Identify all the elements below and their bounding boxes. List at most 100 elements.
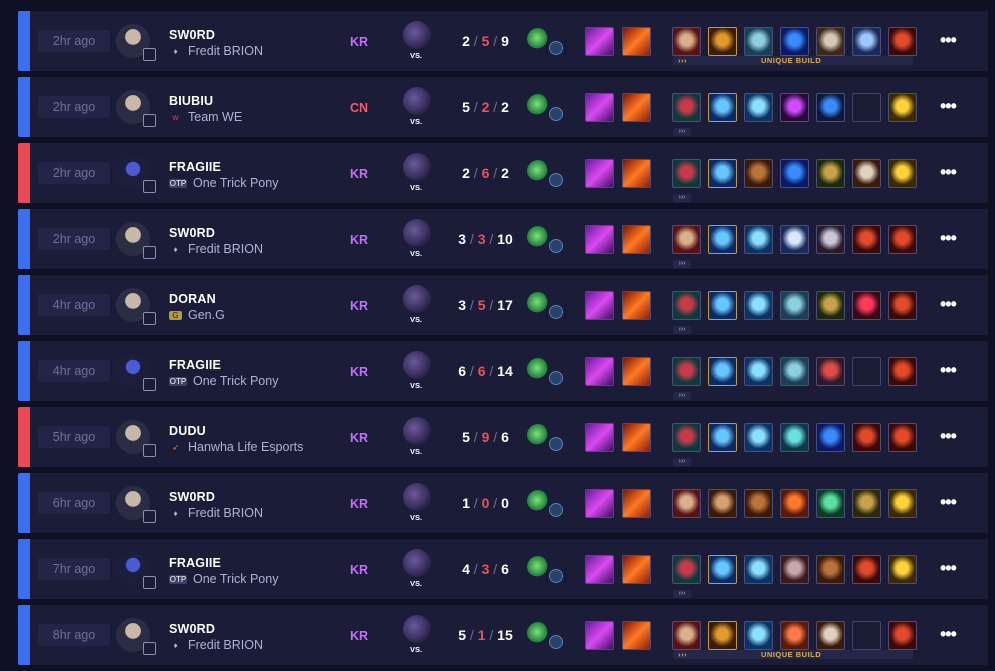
player-name[interactable]: SW0RD — [169, 622, 215, 636]
item-icon[interactable] — [744, 291, 773, 320]
expand-build-button[interactable]: ››› — [673, 194, 691, 202]
item-icon[interactable] — [852, 489, 881, 518]
summoner-spell-icon[interactable] — [622, 489, 651, 518]
summoner-spell-icon[interactable] — [585, 93, 614, 122]
item-icon[interactable] — [708, 357, 737, 386]
opponent-champion-icon[interactable] — [403, 219, 431, 247]
item-icon[interactable] — [888, 489, 917, 518]
player-name[interactable]: SW0RD — [169, 226, 215, 240]
item-icon[interactable] — [744, 159, 773, 188]
item-icon[interactable] — [708, 621, 737, 650]
item-icon[interactable] — [816, 555, 845, 584]
item-icon[interactable] — [672, 555, 701, 584]
summoner-spell-icon[interactable] — [622, 621, 651, 650]
keystone-rune-icon[interactable] — [527, 160, 549, 182]
item-icon[interactable] — [888, 291, 917, 320]
summoner-spell-icon[interactable] — [622, 225, 651, 254]
player-avatar[interactable] — [116, 24, 156, 61]
item-icon[interactable] — [816, 423, 845, 452]
keystone-rune-icon[interactable] — [527, 556, 549, 578]
item-icon[interactable] — [708, 555, 737, 584]
item-icon[interactable] — [672, 357, 701, 386]
player-name[interactable]: FRAGIIE — [169, 358, 221, 372]
more-options-button[interactable]: ••• — [940, 426, 957, 447]
keystone-rune-icon[interactable] — [527, 292, 549, 314]
item-icon[interactable] — [780, 555, 809, 584]
more-options-button[interactable]: ••• — [940, 162, 957, 183]
item-icon[interactable] — [888, 93, 917, 122]
item-icon[interactable] — [672, 489, 701, 518]
item-icon[interactable] — [888, 27, 917, 56]
player-avatar[interactable] — [116, 288, 156, 325]
player-avatar[interactable] — [116, 420, 156, 457]
opponent-champion-icon[interactable] — [403, 549, 431, 577]
more-options-button[interactable]: ••• — [940, 624, 957, 645]
player-name[interactable]: DORAN — [169, 292, 216, 306]
item-icon[interactable] — [852, 225, 881, 254]
expand-build-button[interactable]: ››› — [673, 458, 691, 466]
item-icon[interactable] — [780, 159, 809, 188]
player-name[interactable]: SW0RD — [169, 490, 215, 504]
item-icon[interactable] — [888, 225, 917, 254]
more-options-button[interactable]: ••• — [940, 492, 957, 513]
more-options-button[interactable]: ••• — [940, 96, 957, 117]
item-icon[interactable] — [744, 423, 773, 452]
summoner-spell-icon[interactable] — [585, 423, 614, 452]
match-row[interactable]: 5hr ago DUDU ➶ Hanwha Life Esports KR VS.… — [18, 407, 988, 467]
item-icon[interactable] — [852, 159, 881, 188]
item-icon[interactable] — [816, 357, 845, 386]
keystone-rune-icon[interactable] — [527, 94, 549, 116]
player-avatar[interactable] — [116, 156, 156, 193]
item-icon[interactable] — [744, 93, 773, 122]
item-icon[interactable] — [780, 225, 809, 254]
item-icon[interactable] — [852, 555, 881, 584]
opponent-champion-icon[interactable] — [403, 21, 431, 49]
opponent-champion-icon[interactable] — [403, 351, 431, 379]
item-icon[interactable] — [744, 489, 773, 518]
item-icon[interactable] — [672, 291, 701, 320]
player-avatar[interactable] — [116, 552, 156, 589]
item-icon[interactable] — [888, 423, 917, 452]
item-icon[interactable] — [708, 27, 737, 56]
keystone-rune-icon[interactable] — [527, 28, 549, 50]
item-icon[interactable] — [780, 489, 809, 518]
item-icon[interactable] — [744, 357, 773, 386]
item-icon[interactable] — [852, 423, 881, 452]
player-name[interactable]: SW0RD — [169, 28, 215, 42]
match-row[interactable]: 4hr ago DORAN G Gen.G KR VS. 3 / 5 / 17 ›… — [18, 275, 988, 335]
keystone-rune-icon[interactable] — [527, 226, 549, 248]
summoner-spell-icon[interactable] — [622, 159, 651, 188]
item-icon[interactable] — [780, 93, 809, 122]
summoner-spell-icon[interactable] — [585, 489, 614, 518]
opponent-champion-icon[interactable] — [403, 417, 431, 445]
opponent-champion-icon[interactable] — [403, 87, 431, 115]
expand-build-button[interactable]: ››› — [673, 326, 691, 334]
item-icon[interactable] — [780, 27, 809, 56]
item-icon[interactable] — [816, 93, 845, 122]
item-icon[interactable] — [852, 27, 881, 56]
player-avatar[interactable] — [116, 90, 156, 127]
item-icon[interactable] — [708, 159, 737, 188]
summoner-spell-icon[interactable] — [622, 357, 651, 386]
item-icon[interactable] — [744, 27, 773, 56]
item-icon[interactable] — [780, 621, 809, 650]
summoner-spell-icon[interactable] — [585, 357, 614, 386]
keystone-rune-icon[interactable] — [527, 358, 549, 380]
opponent-champion-icon[interactable] — [403, 153, 431, 181]
summoner-spell-icon[interactable] — [585, 555, 614, 584]
item-icon[interactable] — [816, 27, 845, 56]
opponent-champion-icon[interactable] — [403, 483, 431, 511]
item-icon[interactable] — [816, 291, 845, 320]
expand-build-button[interactable]: ››› — [673, 128, 691, 136]
match-row[interactable]: 8hr ago SW0RD ♦ Fredit BRION KR VS. 5 / 1… — [18, 605, 988, 665]
player-avatar[interactable] — [116, 222, 156, 259]
item-icon[interactable] — [816, 225, 845, 254]
item-icon[interactable] — [888, 357, 917, 386]
summoner-spell-icon[interactable] — [585, 225, 614, 254]
item-icon[interactable] — [672, 27, 701, 56]
summoner-spell-icon[interactable] — [622, 555, 651, 584]
item-icon[interactable] — [816, 159, 845, 188]
more-options-button[interactable]: ••• — [940, 360, 957, 381]
summoner-spell-icon[interactable] — [622, 423, 651, 452]
opponent-champion-icon[interactable] — [403, 285, 431, 313]
